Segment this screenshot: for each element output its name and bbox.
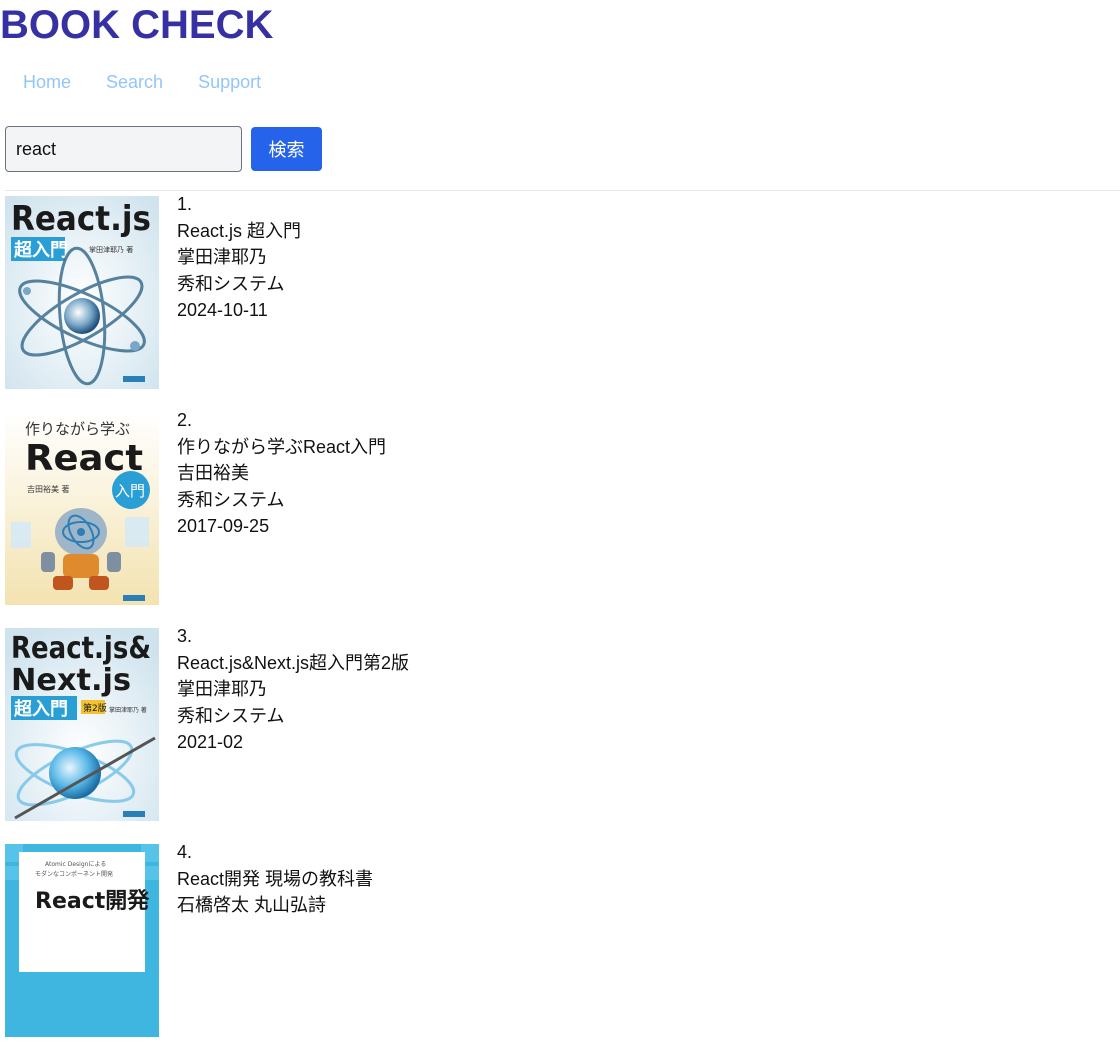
search-button[interactable]: 検索 bbox=[251, 127, 322, 171]
book-meta: 1. React.js 超入門 掌田津耶乃 秀和システム 2024-10-11 bbox=[177, 191, 301, 412]
nav-link-search[interactable]: Search bbox=[106, 70, 163, 94]
book-date: 2021-02 bbox=[177, 732, 244, 752]
book-author: 石橋啓太 丸山弘詩 bbox=[177, 895, 327, 915]
book-author: 掌田津耶乃 bbox=[177, 679, 267, 699]
search-input[interactable] bbox=[5, 126, 242, 172]
book-title[interactable]: React開発 現場の教科書 bbox=[177, 866, 373, 893]
cover-main-text: React.js bbox=[11, 199, 151, 239]
book-publisher: 秀和システム bbox=[177, 273, 285, 294]
book-meta: 4. React開発 現場の教科書 石橋啓太 丸山弘詩 bbox=[177, 839, 373, 1060]
cover-sub-text: 超入門 bbox=[14, 239, 68, 261]
cover-top-text: Atomic Designによる bbox=[45, 861, 106, 868]
result-index: 1. bbox=[177, 194, 193, 214]
main-nav: Home Search Support bbox=[23, 70, 296, 94]
cover-main-text: React.js& bbox=[11, 631, 151, 666]
cover-author-text: 吉田裕美 著 bbox=[27, 484, 70, 494]
nav-link-support[interactable]: Support bbox=[198, 70, 261, 94]
cover-badge-text: 入門 bbox=[115, 482, 145, 500]
book-cover-image[interactable]: 作りながら学ぶ React 入門 吉田裕美 著 bbox=[5, 412, 159, 605]
book-cover-image[interactable]: Atomic Designによる モダンなコンポーネント開発 React開発 bbox=[5, 844, 159, 1037]
result-item[interactable]: React.js& Next.js 超入門 第2版 掌田津耶乃 著 3. Rea… bbox=[5, 626, 1120, 844]
book-meta: 3. React.js&Next.js超入門第2版 掌田津耶乃 秀和システム 2… bbox=[177, 623, 409, 844]
cover-top-text: 作りながら学ぶ bbox=[25, 420, 130, 438]
cover-main-text: React開発 bbox=[35, 889, 150, 914]
book-publisher: 秀和システム bbox=[177, 705, 285, 726]
cover-sub-text: 超入門 bbox=[14, 698, 68, 720]
site-title[interactable]: BOOK CHECK bbox=[0, 2, 273, 48]
book-date: 2024-10-11 bbox=[177, 300, 268, 320]
book-title[interactable]: React.js&Next.js超入門第2版 bbox=[177, 650, 409, 677]
result-item[interactable]: React.js 超入門 掌田津耶乃 著 1. React.js 超入門 掌田津… bbox=[5, 194, 1120, 412]
book-author: 吉田裕美 bbox=[177, 463, 249, 483]
cover-author-text: 掌田津耶乃 著 bbox=[109, 706, 147, 714]
result-index: 3. bbox=[177, 626, 193, 646]
book-meta: 2. 作りながら学ぶReact入門 吉田裕美 秀和システム 2017-09-25 bbox=[177, 407, 386, 628]
book-title[interactable]: 作りながら学ぶReact入門 bbox=[177, 434, 386, 461]
cover-main2-text: Next.js bbox=[11, 663, 131, 698]
book-date: 2017-09-25 bbox=[177, 516, 270, 536]
results-divider bbox=[5, 190, 1120, 191]
book-publisher: 秀和システム bbox=[177, 489, 285, 510]
result-item[interactable]: 作りながら学ぶ React 入門 吉田裕美 著 2. 作りながら学ぶReact入… bbox=[5, 410, 1120, 628]
nav-link-home[interactable]: Home bbox=[23, 70, 71, 94]
cover-top2-text: モダンなコンポーネント開発 bbox=[35, 870, 113, 878]
result-index: 2. bbox=[177, 410, 193, 430]
result-index: 4. bbox=[177, 842, 193, 862]
cover-author-text: 掌田津耶乃 著 bbox=[89, 245, 133, 254]
result-item[interactable]: Atomic Designによる モダンなコンポーネント開発 React開発 4… bbox=[5, 842, 1120, 1060]
book-cover-image[interactable]: React.js 超入門 掌田津耶乃 著 bbox=[5, 196, 159, 389]
book-title[interactable]: React.js 超入門 bbox=[177, 218, 301, 245]
book-cover-image[interactable]: React.js& Next.js 超入門 第2版 掌田津耶乃 著 bbox=[5, 628, 159, 821]
book-author: 掌田津耶乃 bbox=[177, 247, 267, 267]
results-list: React.js 超入門 掌田津耶乃 著 1. React.js 超入門 掌田津… bbox=[5, 194, 1120, 1060]
cover-edition-text: 第2版 bbox=[83, 702, 107, 714]
